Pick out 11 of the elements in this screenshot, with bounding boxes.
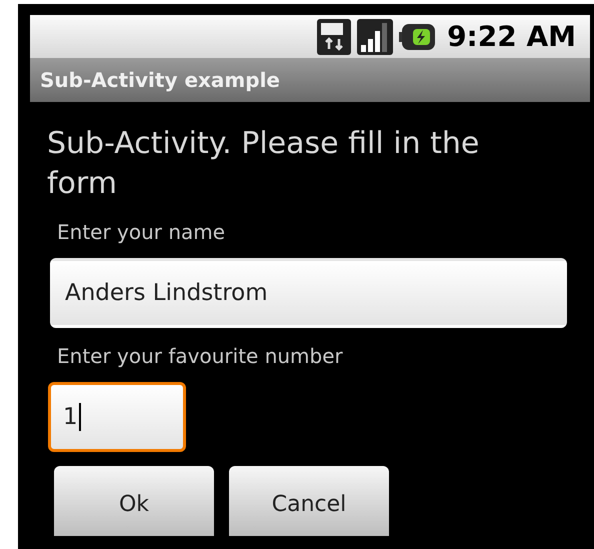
number-field[interactable]: 1 [48,382,186,452]
battery-charging-icon [399,24,436,50]
cancel-button[interactable]: Cancel [229,466,389,536]
name-field[interactable]: Anders Lindstrom [50,258,567,328]
field-label: Enter your favourite number [57,343,344,370]
ok-button[interactable]: Ok [54,466,214,536]
heading: Sub-Activity. Please fill in the form [47,125,480,203]
clock: 9:22 AM [447,18,576,54]
signal-icon [357,18,394,54]
window-title: Sub-Activity example [40,67,280,94]
field-label: Enter your name [57,219,226,246]
